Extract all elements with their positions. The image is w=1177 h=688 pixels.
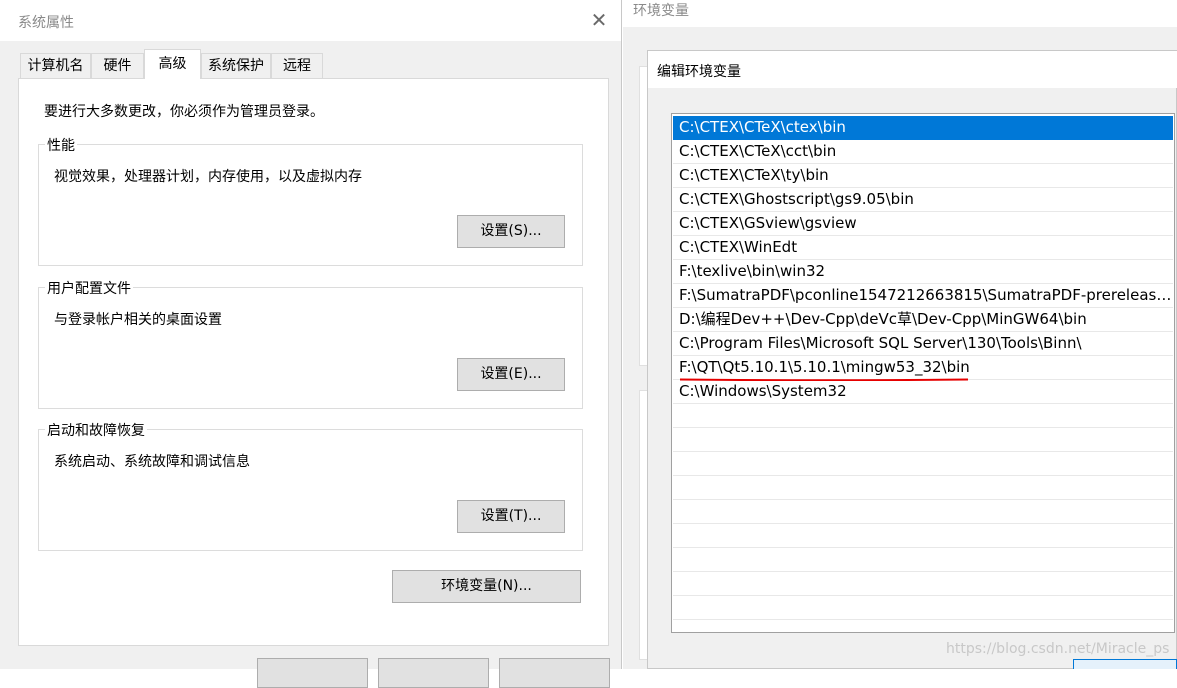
path-entry[interactable]: C:\CTEX\CTeX\cct\bin xyxy=(673,140,1173,164)
apply-button[interactable] xyxy=(499,658,610,688)
path-entry[interactable]: C:\CTEX\GSview\gsview xyxy=(673,212,1173,236)
empty-list-row[interactable] xyxy=(673,428,1173,452)
path-entry[interactable]: C:\Program Files\Microsoft SQL Server\13… xyxy=(673,332,1173,356)
path-entry[interactable]: C:\CTEX\CTeX\ctex\bin xyxy=(673,116,1173,140)
watermark: https://blog.csdn.net/Miracle_ps xyxy=(946,641,1170,657)
empty-list-row[interactable] xyxy=(673,596,1173,620)
environment-variables-titlebar[interactable] xyxy=(623,0,1177,27)
cancel-button[interactable] xyxy=(378,658,489,688)
admin-note: 要进行大多数更改，你必须作为管理员登录。 xyxy=(44,104,324,120)
performance-legend: 性能 xyxy=(45,135,77,155)
path-entry[interactable]: C:\CTEX\WinEdt xyxy=(673,236,1173,260)
tab-remote[interactable]: 远程 xyxy=(271,53,323,78)
environment-variables-title: 环境变量 xyxy=(633,3,689,19)
user-profiles-settings-button[interactable]: 设置(E)... xyxy=(457,358,565,391)
system-properties-titlebar[interactable] xyxy=(0,0,621,41)
path-entry[interactable]: F:\texlive\bin\win32 xyxy=(673,260,1173,284)
empty-list-row[interactable] xyxy=(673,500,1173,524)
startup-recovery-description: 系统启动、系统故障和调试信息 xyxy=(54,454,250,470)
startup-recovery-settings-button[interactable]: 设置(T)... xyxy=(457,500,565,533)
system-properties-title: 系统属性 xyxy=(18,15,74,31)
path-entry[interactable]: C:\CTEX\CTeX\ty\bin xyxy=(673,164,1173,188)
red-annotation-underline xyxy=(680,378,968,381)
tab-system-protection[interactable]: 系统保护 xyxy=(201,53,271,78)
edit-dialog-ok-button[interactable] xyxy=(1073,659,1177,669)
tab-hardware[interactable]: 硬件 xyxy=(91,53,144,78)
empty-list-row[interactable] xyxy=(673,404,1173,428)
ok-button[interactable] xyxy=(257,658,368,688)
environment-variables-button[interactable]: 环境变量(N)... xyxy=(392,570,581,603)
startup-recovery-legend: 启动和故障恢复 xyxy=(45,420,147,440)
performance-settings-button[interactable]: 设置(S)... xyxy=(457,215,565,248)
path-entry[interactable]: F:\QT\Qt5.10.1\5.10.1\mingw53_32\bin xyxy=(673,356,1173,380)
tab-advanced[interactable]: 高级 xyxy=(144,49,201,79)
path-entry[interactable]: D:\编程Dev++\Dev-Cpp\deVc草\Dev-Cpp\MinGW64… xyxy=(673,308,1173,332)
empty-list-row[interactable] xyxy=(673,452,1173,476)
tab-computer-name[interactable]: 计算机名 xyxy=(20,53,91,78)
empty-list-row[interactable] xyxy=(673,476,1173,500)
performance-description: 视觉效果，处理器计划，内存使用，以及虚拟内存 xyxy=(54,169,362,185)
path-entry[interactable]: C:\Windows\System32 xyxy=(673,380,1173,404)
user-profiles-description: 与登录帐户相关的桌面设置 xyxy=(54,312,222,328)
edit-environment-variable-title: 编辑环境变量 xyxy=(657,64,741,80)
user-profiles-legend: 用户配置文件 xyxy=(45,278,133,298)
empty-list-row[interactable] xyxy=(673,524,1173,548)
close-icon[interactable]: ✕ xyxy=(588,9,610,31)
path-entry[interactable]: F:\SumatraPDF\pconline1547212663815\Suma… xyxy=(673,284,1173,308)
empty-list-row[interactable] xyxy=(673,548,1173,572)
empty-list-row[interactable] xyxy=(673,572,1173,596)
path-entry[interactable]: C:\CTEX\Ghostscript\gs9.05\bin xyxy=(673,188,1173,212)
